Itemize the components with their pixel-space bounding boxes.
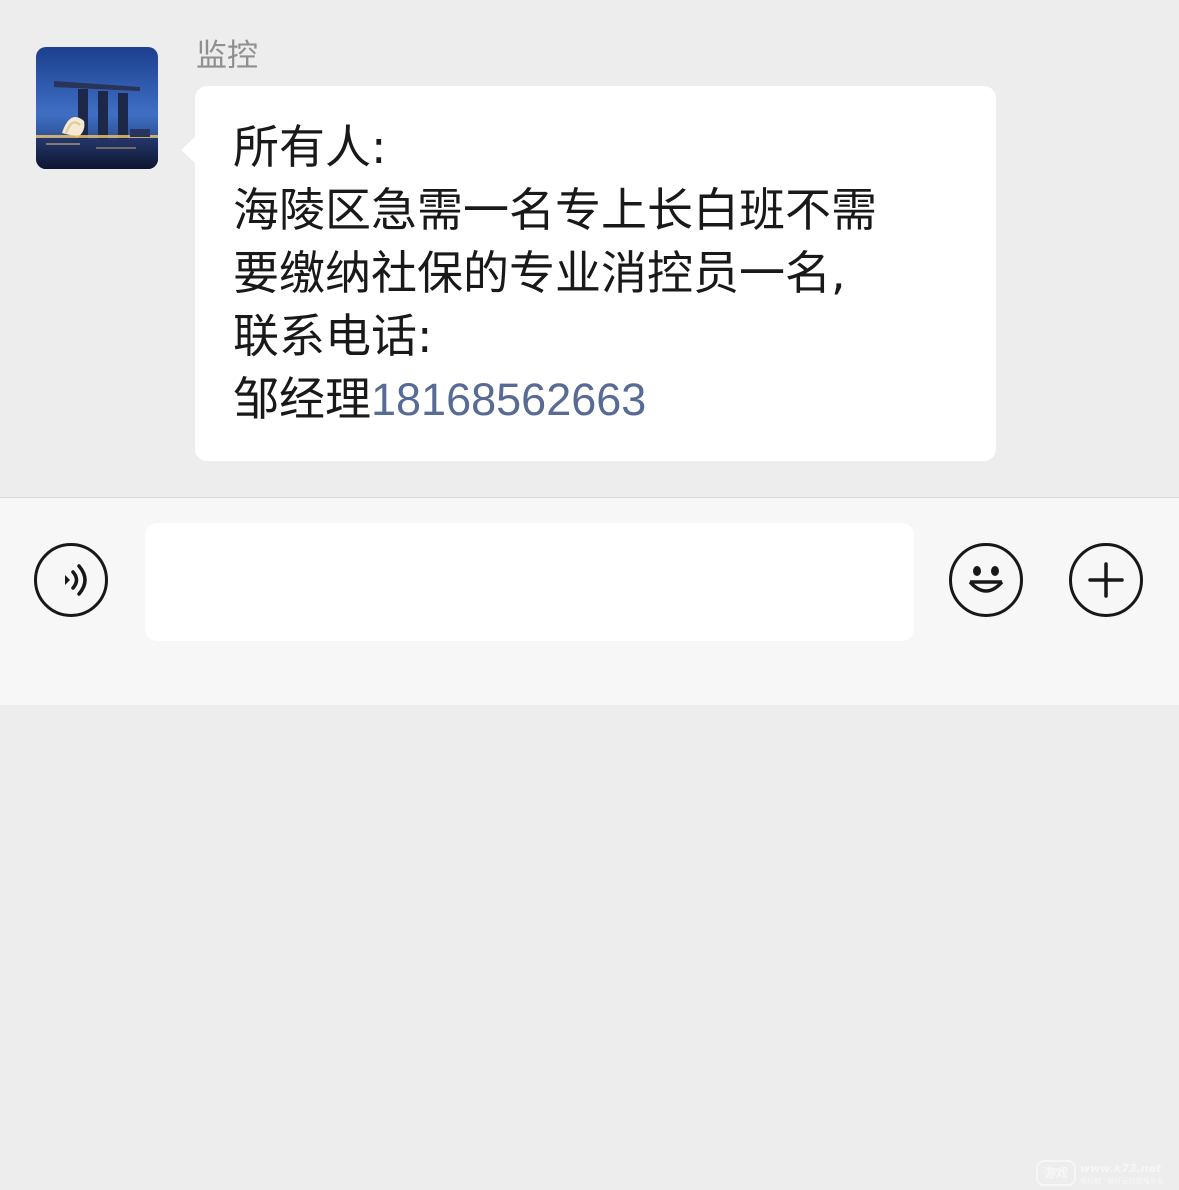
emoji-button[interactable] — [949, 543, 1023, 617]
sender-name: 监控 — [196, 38, 258, 74]
emoji-icon — [968, 566, 1004, 593]
plus-icon — [1088, 562, 1124, 598]
voice-icon — [65, 564, 87, 596]
bubble-tail — [181, 136, 196, 164]
message-line: 海陵区急需一名专上长白班不需 — [233, 183, 877, 237]
plus-button[interactable] — [1069, 543, 1143, 617]
marina-bay-avatar-image — [36, 47, 158, 169]
contact-line: 邹经理18168562663 — [233, 368, 973, 431]
message-line: 所有人: — [233, 120, 387, 174]
message-text: 所有人: 海陵区急需一名专上长白班不需 要缴纳社保的专业消控员一名, 联系电话:… — [233, 116, 973, 431]
watermark-url: www.k73.net — [1080, 1162, 1162, 1175]
message-line: 联系电话: — [233, 309, 433, 363]
input-bar: 游戏 www.k73.net 电玩城 · 最好玩的游戏平台 — [0, 497, 1179, 1186]
message-bubble[interactable]: 所有人: 海陵区急需一名专上长白班不需 要缴纳社保的专业消控员一名, 联系电话:… — [195, 86, 996, 461]
watermark-subtitle: 电玩城 · 最好玩的游戏平台 — [1080, 1177, 1164, 1185]
voice-button[interactable] — [34, 543, 108, 617]
watermark-logo: 游戏 — [1036, 1160, 1076, 1186]
message-input[interactable] — [145, 523, 914, 641]
message-line: 要缴纳社保的专业消控员一名, — [233, 246, 846, 300]
phone-number-link[interactable]: 18168562663 — [371, 374, 646, 425]
chat-area: 监控 所有人: 海陵区急需一名专上长白班不需 要缴纳社保的专业消控员一名, 联系… — [0, 0, 1179, 497]
site-watermark: 游戏 www.k73.net 电玩城 · 最好玩的游戏平台 — [1036, 1160, 1172, 1190]
sender-avatar[interactable] — [36, 47, 158, 169]
contact-name: 邹经理 — [233, 372, 371, 426]
